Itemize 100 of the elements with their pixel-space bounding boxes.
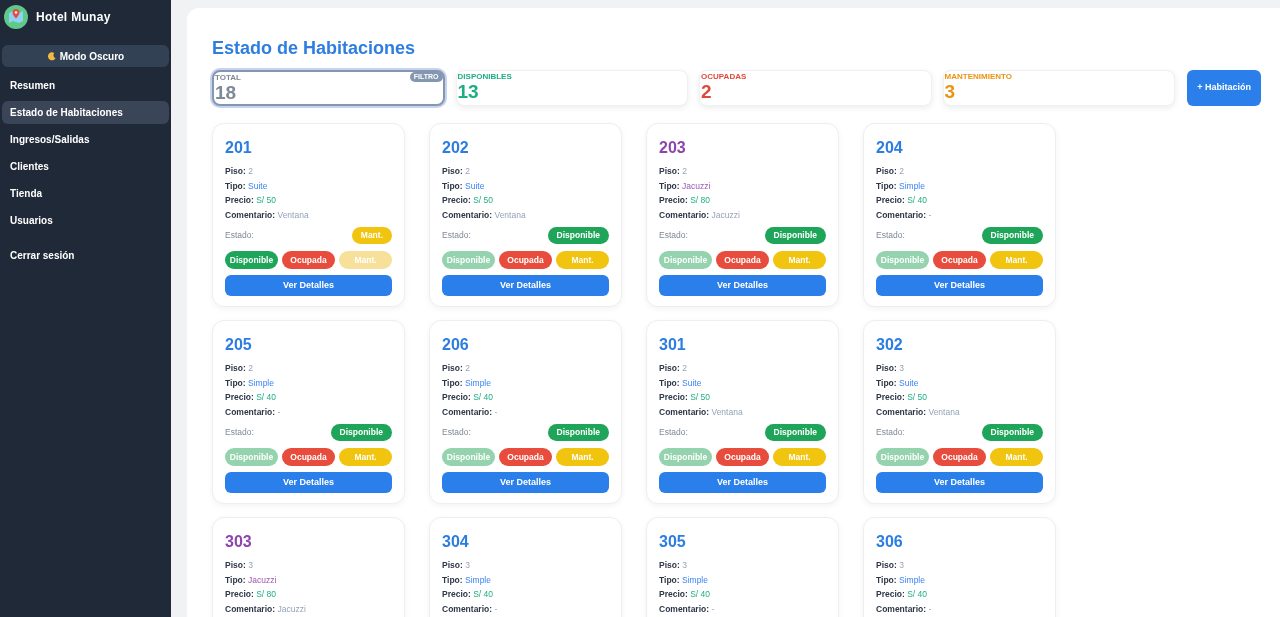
room-number: 302 — [876, 335, 904, 355]
type-text: Tipo: Jacuzzi — [659, 179, 711, 192]
floor-text: Piso: 2 — [442, 362, 470, 375]
nav-item[interactable]: Usuarios — [2, 209, 169, 232]
comment-text: Comentario: - — [659, 602, 715, 615]
status-badge: Disponible — [981, 424, 1043, 441]
price-text: Precio: S/ 40 — [876, 588, 928, 601]
details-button[interactable]: Ver Detalles — [442, 275, 609, 296]
status-button[interactable]: Disponible — [225, 251, 278, 269]
status-label: Estado: — [225, 426, 254, 439]
details-button[interactable]: Ver Detalles — [876, 472, 1043, 493]
type-text: Tipo: Simple — [442, 573, 491, 586]
stat-card[interactable]: DISPONIBLES 13 — [455, 70, 689, 106]
status-button[interactable]: Ocupada — [282, 448, 335, 466]
status-label: Estado: — [659, 229, 688, 242]
price-text: Precio: S/ 50 — [442, 194, 494, 207]
status-button[interactable]: Ocupada — [499, 448, 552, 466]
status-label: Estado: — [876, 229, 905, 242]
room-number: 303 — [225, 532, 253, 552]
status-button[interactable]: Ocupada — [933, 448, 986, 466]
status-label: Estado: — [225, 229, 254, 242]
type-text: Tipo: Simple — [876, 179, 925, 192]
nav-item[interactable]: Resumen — [2, 74, 169, 97]
status-label: Estado: — [659, 426, 688, 439]
floor-text: Piso: 2 — [225, 165, 253, 178]
floor-text: Piso: 3 — [225, 559, 253, 572]
nav-item[interactable]: Estado de Habitaciones — [2, 101, 169, 124]
floor-text: Piso: 3 — [876, 362, 904, 375]
status-button[interactable]: Ocupada — [282, 251, 335, 269]
details-button[interactable]: Ver Detalles — [659, 472, 826, 493]
type-text: Tipo: Suite — [225, 179, 268, 192]
status-badge: Disponible — [330, 424, 392, 441]
status-badge: Disponible — [764, 227, 826, 244]
details-button[interactable]: Ver Detalles — [442, 472, 609, 493]
stat-card[interactable]: OCUPADAS 2 — [699, 70, 932, 106]
status-label: Estado: — [442, 426, 471, 439]
page-title: Estado de Habitaciones — [212, 37, 417, 60]
status-button[interactable]: Ocupada — [499, 251, 552, 269]
room-number: 201 — [225, 138, 253, 158]
type-text: Tipo: Suite — [442, 179, 485, 192]
price-text: Precio: S/ 50 — [876, 391, 928, 404]
comment-text: Comentario: Jacuzzi — [225, 602, 306, 615]
room-number: 304 — [442, 532, 470, 552]
price-text: Precio: S/ 80 — [659, 194, 711, 207]
status-label: Estado: — [876, 426, 905, 439]
room-number: 204 — [876, 138, 904, 158]
stat-label: MANTENIMIENTO — [944, 72, 1012, 82]
price-text: Precio: S/ 50 — [225, 194, 277, 207]
status-badge: Disponible — [547, 227, 609, 244]
price-text: Precio: S/ 40 — [442, 588, 494, 601]
floor-text: Piso: 3 — [442, 559, 470, 572]
status-badge: Disponible — [981, 227, 1043, 244]
status-button[interactable]: Ocupada — [716, 251, 769, 269]
floor-text: Piso: 2 — [659, 165, 687, 178]
comment-text: Comentario: Ventana — [876, 405, 960, 418]
type-text: Tipo: Suite — [876, 376, 919, 389]
nav-item[interactable]: Ingresos/Salidas — [2, 128, 169, 151]
comment-text: Comentario: Jacuzzi — [659, 208, 740, 221]
comment-text: Comentario: - — [225, 405, 281, 418]
comment-text: Comentario: Ventana — [225, 208, 309, 221]
stat-value: 3 — [944, 82, 956, 102]
dark-mode-button[interactable]: Modo Oscuro — [2, 45, 169, 67]
stat-label: DISPONIBLES — [457, 72, 512, 82]
type-text: Tipo: Simple — [659, 573, 708, 586]
details-button[interactable]: Ver Detalles — [225, 472, 392, 493]
stat-label: OCUPADAS — [701, 72, 747, 82]
status-button[interactable]: Ocupada — [933, 251, 986, 269]
status-badge: Disponible — [547, 424, 609, 441]
price-text: Precio: S/ 80 — [225, 588, 277, 601]
status-button[interactable]: Ocupada — [716, 448, 769, 466]
stat-label: TOTAL — [215, 73, 241, 83]
price-text: Precio: S/ 50 — [659, 391, 711, 404]
price-text: Precio: S/ 40 — [659, 588, 711, 601]
nav-item[interactable]: Tienda — [2, 182, 169, 205]
stat-value: 13 — [457, 82, 479, 102]
room-number: 301 — [659, 335, 687, 355]
comment-text: Comentario: Ventana — [442, 208, 526, 221]
floor-text: Piso: 3 — [876, 559, 904, 572]
floor-text: Piso: 2 — [876, 165, 904, 178]
map-pin-icon — [4, 4, 28, 29]
details-button[interactable]: Ver Detalles — [659, 275, 826, 296]
status-badge: Disponible — [764, 424, 826, 441]
room-number: 306 — [876, 532, 904, 552]
room-number: 202 — [442, 138, 470, 158]
floor-text: Piso: 2 — [225, 362, 253, 375]
room-number: 203 — [659, 138, 687, 158]
stat-card[interactable]: MANTENIMIENTO 3 — [942, 70, 1176, 106]
type-text: Tipo: Jacuzzi — [225, 573, 277, 586]
nav-item[interactable]: Clientes — [2, 155, 169, 178]
logout-link[interactable]: Cerrar sesión — [2, 244, 169, 266]
comment-text: Comentario: - — [442, 602, 498, 615]
price-text: Precio: S/ 40 — [876, 194, 928, 207]
price-text: Precio: S/ 40 — [442, 391, 494, 404]
details-button[interactable]: Ver Detalles — [876, 275, 1043, 296]
add-room-button[interactable]: + Habitación — [1187, 70, 1261, 106]
comment-text: Comentario: Ventana — [659, 405, 743, 418]
room-number: 205 — [225, 335, 253, 355]
room-number: 206 — [442, 335, 470, 355]
status-badge: Mant. — [351, 227, 392, 244]
details-button[interactable]: Ver Detalles — [225, 275, 392, 296]
